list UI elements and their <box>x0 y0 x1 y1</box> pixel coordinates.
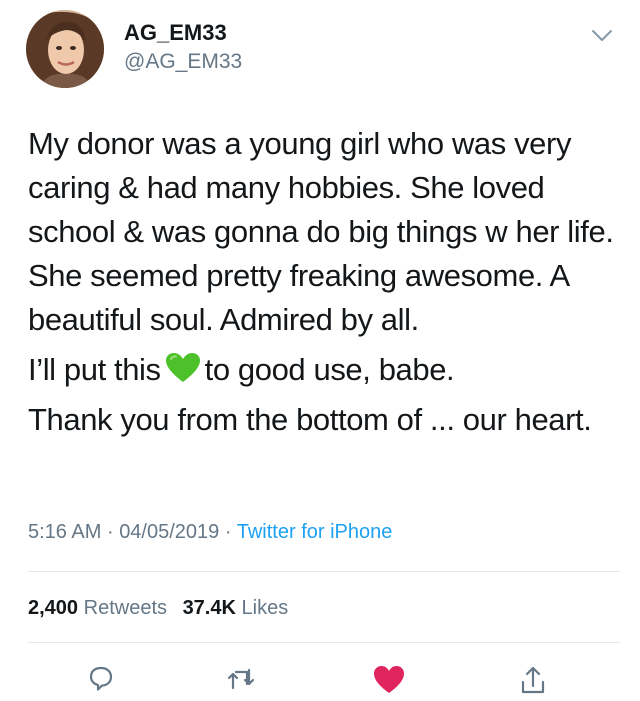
chevron-down-icon[interactable] <box>590 28 614 44</box>
retweets-stat[interactable]: 2,400 Retweets <box>28 597 167 619</box>
tweet-paragraph: My donor was a young girl who was very c… <box>28 126 614 337</box>
reply-icon[interactable] <box>84 662 118 696</box>
tweet-body: My donor was a young girl who was very c… <box>28 122 628 442</box>
tweet-source-link[interactable]: Twitter for iPhone <box>237 521 393 543</box>
retweets-count: 2,400 <box>28 597 79 619</box>
avatar[interactable] <box>26 10 104 88</box>
avatar-image <box>26 10 104 88</box>
tweet-paragraph: Thank you from the bottom of ... our hea… <box>28 402 592 437</box>
meta-separator: · <box>224 521 232 543</box>
tweet-actions <box>0 662 640 694</box>
divider <box>28 571 620 572</box>
user-names: AG_EM33 @AG_EM33 <box>124 20 242 75</box>
share-icon[interactable] <box>516 662 550 696</box>
tweet-time[interactable]: 5:16 AM <box>28 521 101 543</box>
tweet-paragraph: I’ll put this to good use, babe. <box>28 348 628 392</box>
tweet-text-segment: to good use, babe. <box>204 352 455 387</box>
retweet-icon[interactable] <box>224 662 258 696</box>
likes-label: Likes <box>241 597 289 619</box>
tweet-date[interactable]: 04/05/2019 <box>119 521 219 543</box>
likes-stat[interactable]: 37.4K Likes <box>183 597 289 619</box>
divider <box>28 642 620 643</box>
heart-icon[interactable] <box>372 662 406 696</box>
retweets-label: Retweets <box>83 597 167 619</box>
green-heart-emoji-icon <box>165 352 201 384</box>
tweet-stats: 2,400 Retweets 37.4K Likes <box>28 594 298 622</box>
meta-separator: · <box>106 521 114 543</box>
tweet-text-segment: I’ll put this <box>28 352 161 387</box>
tweet-meta: 5:16 AM · 04/05/2019 · Twitter for iPhon… <box>28 518 392 546</box>
tweet-header: AG_EM33 @AG_EM33 <box>26 10 626 90</box>
user-handle[interactable]: @AG_EM33 <box>124 49 242 75</box>
likes-count: 37.4K <box>182 597 236 619</box>
display-name[interactable]: AG_EM33 <box>124 20 242 46</box>
